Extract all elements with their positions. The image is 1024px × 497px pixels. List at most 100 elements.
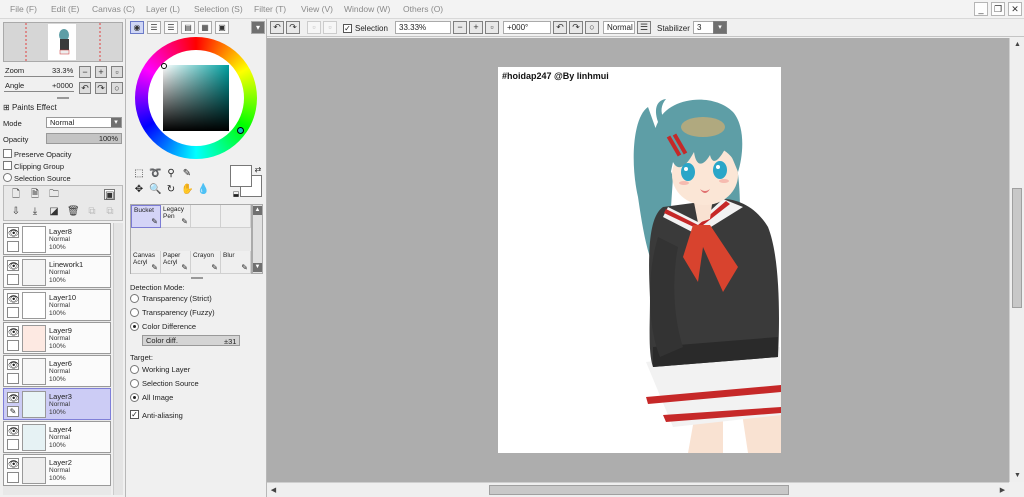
- foreground-color-swatch[interactable]: [230, 165, 252, 187]
- brush-slot[interactable]: Bucket ✎: [131, 205, 161, 228]
- visibility-eye-icon[interactable]: 👁: [7, 425, 19, 436]
- flip-button[interactable]: ☰: [637, 21, 651, 34]
- canvas-area[interactable]: #hoidap247 @By linhmui: [267, 38, 1009, 482]
- magic-wand-icon[interactable]: ⚲: [165, 168, 177, 180]
- brush-slot[interactable]: Blur ✎: [221, 251, 251, 274]
- hue-picker-marker[interactable]: [237, 127, 244, 134]
- transfer-down-icon[interactable]: ⇩: [10, 206, 22, 218]
- deselect-button[interactable]: ▫: [307, 21, 321, 34]
- selection-visible-checkbox[interactable]: ✓: [343, 24, 352, 33]
- brush-slot[interactable]: [221, 205, 251, 228]
- layer-row[interactable]: 👁 Layer8 Normal 100%: [3, 223, 111, 255]
- visibility-eye-icon[interactable]: 👁: [7, 392, 19, 403]
- toolbar-zoom-out-button[interactable]: −: [453, 21, 467, 34]
- toolbar-zoom-in-button[interactable]: +: [469, 21, 483, 34]
- rect-select-icon[interactable]: ⬚: [133, 168, 145, 180]
- link-layer-icon[interactable]: ⧉: [104, 206, 116, 218]
- menu-filter[interactable]: Filter (T): [254, 4, 286, 14]
- rotate-right-button[interactable]: ↷: [95, 82, 107, 94]
- brush-slot[interactable]: [191, 205, 221, 228]
- layer-row[interactable]: 👁 Layer9 Normal 100%: [3, 322, 111, 354]
- scroll-down-icon[interactable]: ▼: [1011, 469, 1024, 482]
- layer-list-scrollbar[interactable]: [113, 223, 123, 495]
- preserve-opacity-checkbox[interactable]: [3, 149, 12, 158]
- brush-slot[interactable]: Paper Acryl ✎: [161, 251, 191, 274]
- target-radio-selection-source[interactable]: [130, 379, 139, 388]
- anti-aliasing-checkbox[interactable]: ✓: [130, 410, 139, 419]
- lasso-icon[interactable]: ➰: [149, 168, 161, 180]
- swatches-tab[interactable]: ▦: [198, 21, 212, 34]
- scroll-right-icon[interactable]: ▶: [996, 484, 1009, 497]
- layer-lock-checkbox[interactable]: [7, 307, 19, 318]
- rotate-icon[interactable]: ↻: [165, 184, 177, 196]
- menu-file[interactable]: File (F): [10, 4, 37, 14]
- zoom-select[interactable]: 33.33%: [395, 21, 451, 34]
- canvas-horizontal-scrollbar[interactable]: ◀ ▶: [267, 482, 1009, 497]
- undo-button[interactable]: ↶: [270, 21, 284, 34]
- visibility-eye-icon[interactable]: 👁: [7, 359, 19, 370]
- menu-view[interactable]: View (V): [301, 4, 333, 14]
- invert-selection-button[interactable]: ▫: [323, 21, 337, 34]
- toolbar-rotate-left-button[interactable]: ↶: [553, 21, 567, 34]
- visibility-eye-icon[interactable]: 👁: [7, 326, 19, 337]
- scroll-left-icon[interactable]: ◀: [267, 484, 280, 497]
- scroll-up-icon[interactable]: ▲: [253, 206, 262, 215]
- rotate-reset-button[interactable]: ○: [111, 82, 123, 94]
- brush-slot[interactable]: Legacy Pen ✎: [161, 205, 191, 228]
- layer-row[interactable]: 👁 Layer2 Normal 100%: [3, 454, 111, 486]
- canvas-paper[interactable]: #hoidap247 @By linhmui: [498, 67, 781, 453]
- vertical-scroll-thumb[interactable]: [1012, 188, 1022, 308]
- paint-brush-icon[interactable]: ✎: [7, 406, 19, 417]
- scratchpad-tab[interactable]: ▣: [215, 21, 229, 34]
- close-button[interactable]: ✕: [1008, 2, 1022, 16]
- detection-radio-strict[interactable]: [130, 294, 139, 303]
- move-icon[interactable]: ✥: [133, 184, 145, 196]
- rgb-slider-tab[interactable]: ☰: [147, 21, 161, 34]
- sv-picker-marker[interactable]: [161, 63, 167, 69]
- visibility-eye-icon[interactable]: 👁: [7, 293, 19, 304]
- panel-splitter[interactable]: [57, 97, 69, 99]
- canvas-vertical-scrollbar[interactable]: ▲ ▼: [1009, 38, 1024, 482]
- opacity-slider[interactable]: 100%: [46, 133, 122, 144]
- menu-selection[interactable]: Selection (S): [194, 4, 243, 14]
- layer-lock-checkbox[interactable]: [7, 340, 19, 351]
- menu-others[interactable]: Others (O): [403, 4, 443, 14]
- paints-effect-header[interactable]: ⊞ Paints Effect: [3, 103, 57, 112]
- saturation-value-square[interactable]: [163, 65, 229, 131]
- flip-mode-select[interactable]: Normal: [603, 21, 635, 34]
- selection-pen-icon[interactable]: ✎: [181, 168, 193, 180]
- layer-lock-checkbox[interactable]: [7, 439, 19, 450]
- panel-splitter[interactable]: [191, 277, 203, 279]
- visibility-eye-icon[interactable]: 👁: [7, 260, 19, 271]
- new-folder-icon[interactable]: 🗀: [48, 189, 60, 201]
- clear-layer-icon[interactable]: ◪: [48, 206, 60, 218]
- zoom-out-button[interactable]: −: [79, 66, 91, 78]
- merge-down-icon[interactable]: ⤓: [29, 206, 41, 218]
- layer-row[interactable]: 👁 ✎ Layer3 Normal 100%: [3, 388, 111, 420]
- blend-mode-select[interactable]: Normal ▾: [46, 117, 122, 128]
- new-layer-icon[interactable]: 🗋: [10, 189, 22, 201]
- swap-colors-icon[interactable]: ⇄: [252, 164, 264, 176]
- navigator-preview[interactable]: [3, 22, 123, 62]
- hsv-slider-tab[interactable]: ☰: [164, 21, 178, 34]
- horizontal-scroll-thumb[interactable]: [489, 485, 789, 495]
- menu-layer[interactable]: Layer (L): [146, 4, 180, 14]
- zoom-reset-button[interactable]: ▫: [111, 66, 123, 78]
- color-mixer-tab[interactable]: ▤: [181, 21, 195, 34]
- visibility-eye-icon[interactable]: 👁: [7, 458, 19, 469]
- menu-canvas[interactable]: Canvas (C): [92, 4, 135, 14]
- panel-menu-button[interactable]: ▾: [251, 21, 265, 34]
- brush-slot[interactable]: Crayon ✎: [191, 251, 221, 274]
- minimize-button[interactable]: _: [974, 2, 988, 16]
- rotate-left-button[interactable]: ↶: [79, 82, 91, 94]
- zoom-icon[interactable]: 🔍: [149, 184, 161, 196]
- zoom-slider[interactable]: [4, 76, 74, 77]
- scroll-down-icon[interactable]: ▼: [253, 263, 262, 272]
- hand-icon[interactable]: ✋: [181, 184, 193, 196]
- transparent-color-icon[interactable]: ⬓: [230, 189, 242, 201]
- layer-lock-checkbox[interactable]: [7, 472, 19, 483]
- layer-lock-checkbox[interactable]: [7, 373, 19, 384]
- layer-lock-checkbox[interactable]: [7, 241, 19, 252]
- color-wheel-tab[interactable]: ◉: [130, 21, 144, 34]
- toolbar-rotate-reset-button[interactable]: ○: [585, 21, 599, 34]
